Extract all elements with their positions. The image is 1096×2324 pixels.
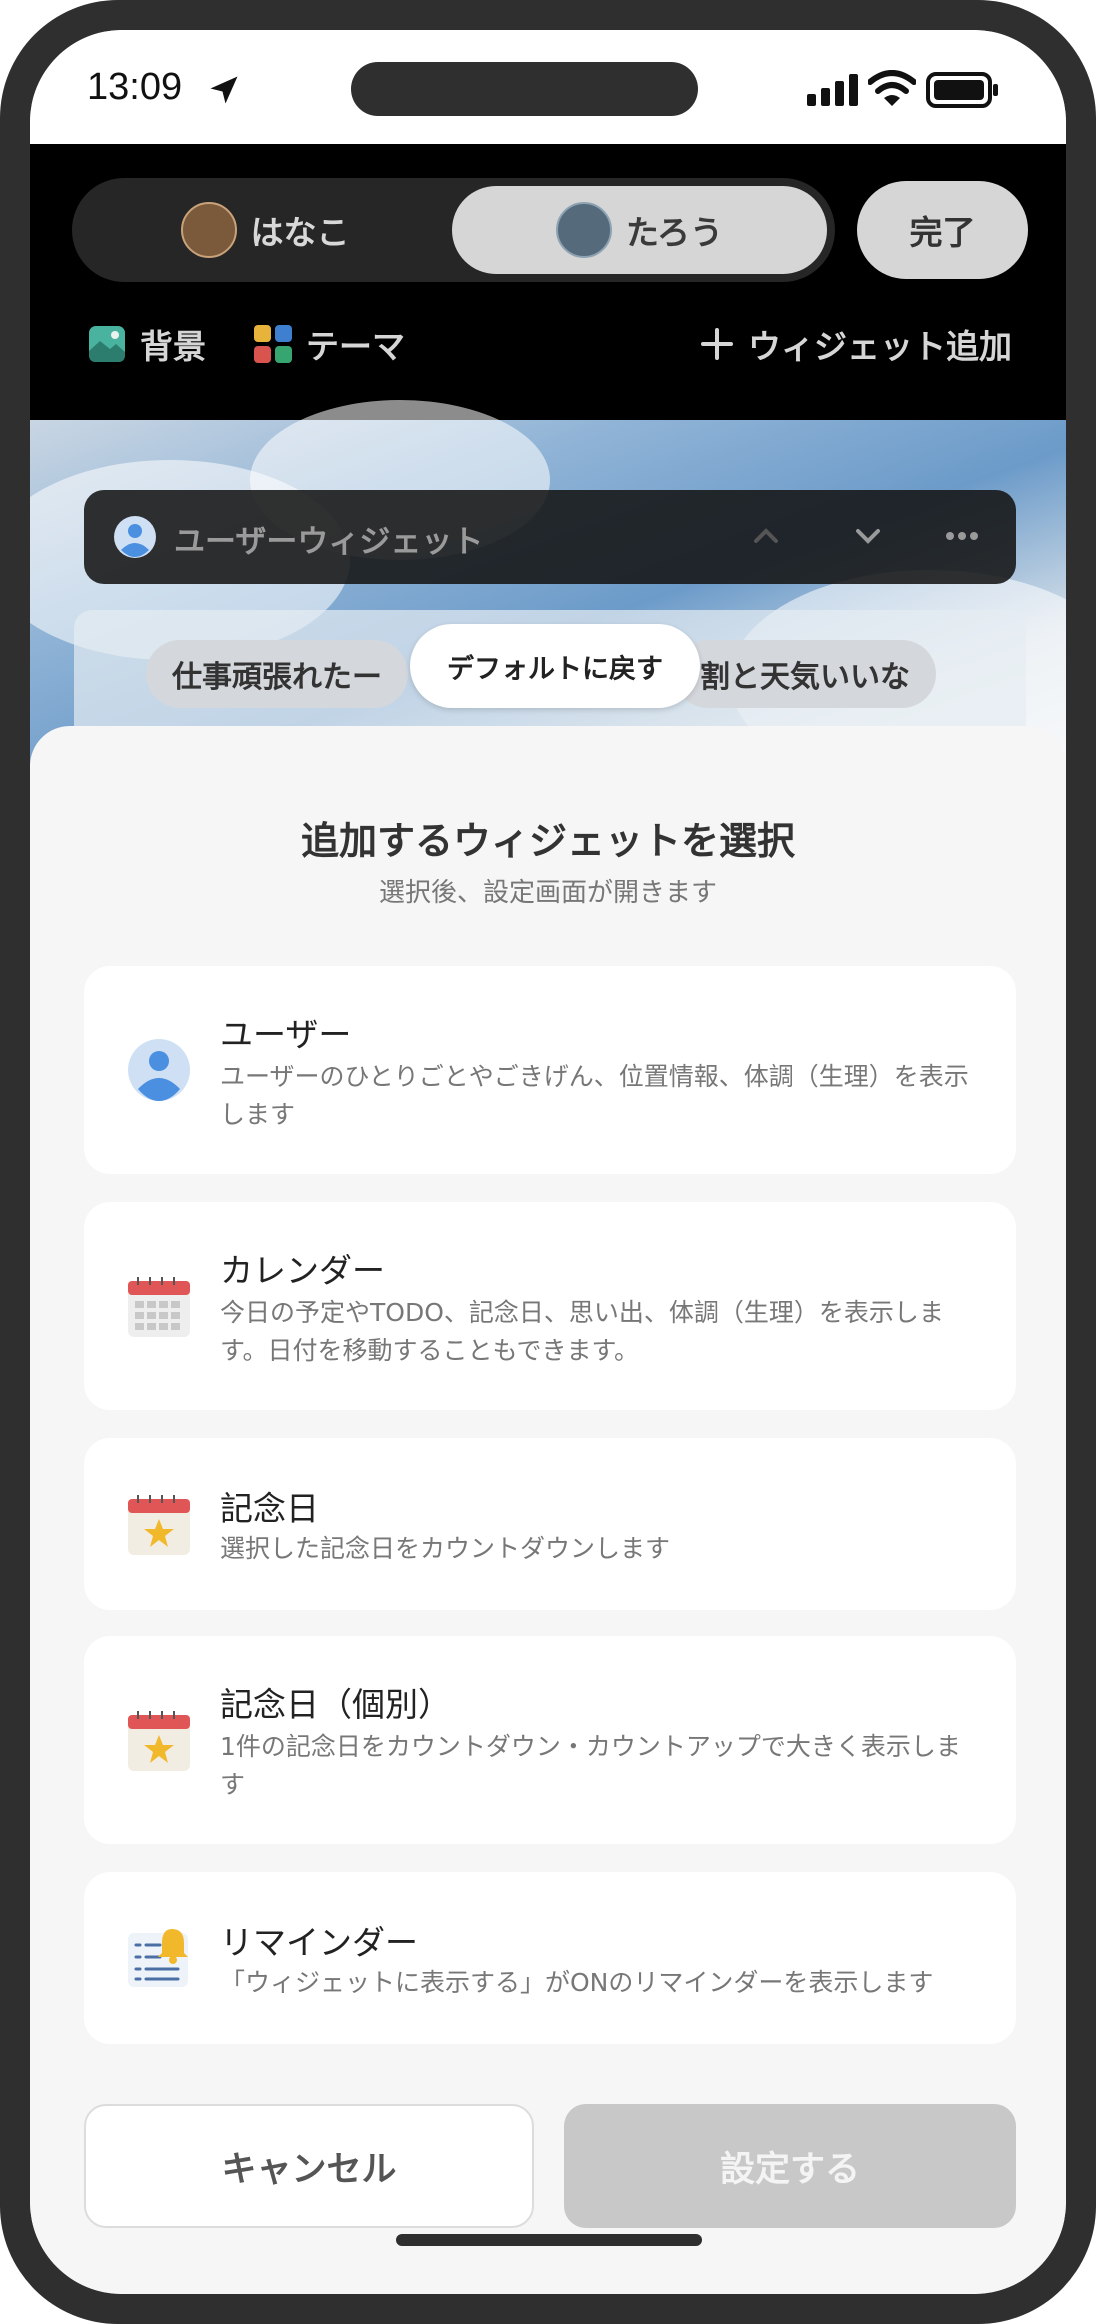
avatar	[555, 202, 612, 258]
background-label: 背景	[140, 327, 206, 366]
phone-frame: 13:09 はなこ たろう 完了 背景 テーマ ウィジェット追加 ユーザーウィジ…	[0, 0, 1096, 2324]
sheet-title: 追加するウィジェットを選択	[300, 819, 795, 863]
widget-select-sheet: 追加するウィジェットを選択 選択後、設定画面が開きます ユーザー ユーザーのひと…	[30, 726, 1066, 2294]
option-name: リマインダー	[220, 1923, 418, 1962]
location-arrow-icon	[210, 76, 238, 104]
wifi-icon	[868, 70, 916, 106]
anniversary-icon	[128, 1711, 190, 1771]
anniversary-icon	[128, 1495, 190, 1555]
add-widget-label: ウィジェット追加	[748, 327, 1012, 366]
avatar	[180, 202, 237, 258]
home-indicator[interactable]	[396, 2234, 702, 2246]
calendar-icon	[128, 1277, 190, 1337]
background-button[interactable]: 背景	[88, 320, 206, 368]
option-name: 記念日	[220, 1489, 319, 1528]
widget-option-calendar[interactable]: カレンダー 今日の予定やTODO、記念日、思い出、体調（生理）を表示します。日付…	[84, 1202, 1016, 1410]
option-name: カレンダー	[220, 1251, 385, 1290]
theme-button[interactable]: テーマ	[254, 320, 405, 368]
user-icon	[114, 516, 156, 558]
palette-grid-icon	[254, 325, 292, 363]
option-desc: 選択した記念日をカウントダウンします	[220, 1534, 671, 1563]
widget-toolbar: ユーザーウィジェット	[84, 490, 1016, 584]
reset-default-tooltip[interactable]: デフォルトに戻す	[410, 624, 700, 708]
plus-icon	[701, 328, 733, 360]
widget-option-anniversary[interactable]: 記念日 選択した記念日をカウントダウンします	[84, 1438, 1016, 1610]
theme-label: テーマ	[306, 327, 405, 366]
done-button[interactable]: 完了	[857, 181, 1028, 279]
user-tab-taro[interactable]: たろう	[452, 186, 827, 274]
widget-name: ユーザーウィジェット	[174, 524, 484, 560]
cancel-button[interactable]: キャンセル	[84, 2104, 534, 2228]
screen: 13:09 はなこ たろう 完了 背景 テーマ ウィジェット追加 ユーザーウィジ…	[30, 30, 1066, 2294]
chevron-down-icon[interactable]	[850, 518, 886, 554]
widget-option-reminder[interactable]: リマインダー 「ウィジェットに表示する」がONのリマインダーを表示します	[84, 1872, 1016, 2044]
option-name: ユーザー	[220, 1015, 352, 1054]
more-icon[interactable]	[942, 518, 982, 554]
option-desc: 今日の予定やTODO、記念日、思い出、体調（生理）を表示します。日付を移動するこ…	[220, 1298, 944, 1365]
option-desc: 1件の記念日をカウントダウン・カウントアップで大きく表示します	[220, 1732, 961, 1799]
status-chip: 割と天気いいな	[674, 640, 936, 708]
battery-icon	[926, 72, 998, 108]
user-switcher: はなこ たろう	[72, 178, 835, 282]
widget-option-user[interactable]: ユーザー ユーザーのひとりごとやごきげん、位置情報、体調（生理）を表示します	[84, 966, 1016, 1174]
user-name: たろう	[625, 213, 724, 252]
user-tab-hanako[interactable]: はなこ	[80, 186, 450, 274]
option-desc: 「ウィジェットに表示する」がONのリマインダーを表示します	[220, 1968, 934, 1997]
status-bar: 13:09	[30, 30, 1066, 144]
reminder-icon	[128, 1929, 188, 1987]
image-icon	[89, 326, 125, 362]
signal-icon	[807, 74, 858, 106]
add-widget-button[interactable]: ウィジェット追加	[700, 320, 1012, 368]
set-button[interactable]: 設定する	[564, 2104, 1016, 2228]
status-time: 13:09	[87, 66, 183, 108]
dynamic-island	[351, 62, 698, 116]
status-chip: 仕事頑張れたー	[146, 640, 408, 708]
chevron-up-icon[interactable]	[748, 518, 784, 554]
option-desc: ユーザーのひとりごとやごきげん、位置情報、体調（生理）を表示します	[220, 1062, 969, 1129]
user-icon	[128, 1039, 190, 1101]
option-name: 記念日（個別）	[220, 1685, 451, 1724]
widget-option-anniversary-single[interactable]: 記念日（個別） 1件の記念日をカウントダウン・カウントアップで大きく表示します	[84, 1636, 1016, 1844]
sheet-subtitle: 選択後、設定画面が開きます	[378, 878, 717, 908]
user-name: はなこ	[250, 213, 350, 252]
